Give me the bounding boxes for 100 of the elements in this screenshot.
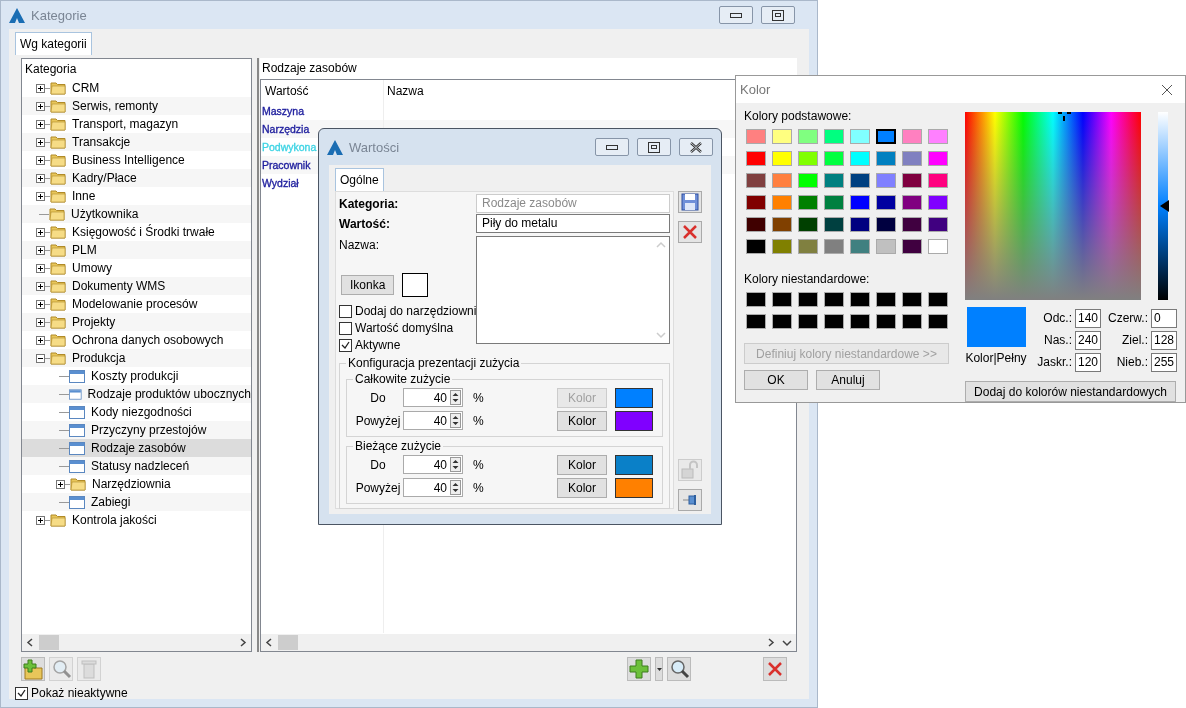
tree-row[interactable]: Kontrola jakości xyxy=(22,511,251,529)
expand-icon[interactable] xyxy=(36,281,45,291)
color-swatch[interactable] xyxy=(798,314,818,329)
color-swatch[interactable] xyxy=(746,173,766,188)
horizontal-scrollbar[interactable] xyxy=(261,634,796,651)
luminance-bar[interactable] xyxy=(1158,112,1168,300)
expand-icon[interactable] xyxy=(56,479,65,489)
color-swatch[interactable] xyxy=(902,217,922,232)
color-swatch[interactable] xyxy=(824,195,844,210)
tree-row[interactable]: Zabiegi xyxy=(22,493,251,511)
color-swatch[interactable] xyxy=(798,239,818,254)
color-swatch[interactable] xyxy=(824,292,844,307)
color-swatch[interactable] xyxy=(902,292,922,307)
number-field[interactable]: 240 xyxy=(1075,330,1101,350)
delete-button[interactable] xyxy=(678,221,702,243)
color-swatch[interactable] xyxy=(876,239,896,254)
tree-row[interactable]: Transakcje xyxy=(22,133,251,151)
number-field[interactable]: 120 xyxy=(1075,352,1101,372)
number-field[interactable]: 40 xyxy=(403,411,463,430)
spinner-icon[interactable] xyxy=(450,413,461,428)
tree-row[interactable]: Inne xyxy=(22,187,251,205)
tree-row[interactable]: Księgowość i Środki trwałe xyxy=(22,223,251,241)
expand-icon[interactable] xyxy=(36,191,45,201)
color-swatch[interactable] xyxy=(772,314,792,329)
number-field[interactable]: 128 xyxy=(1151,330,1177,350)
color-swatch[interactable] xyxy=(850,195,870,210)
color-swatch[interactable] xyxy=(850,314,870,329)
color-swatch[interactable] xyxy=(928,195,948,210)
color-swatch[interactable] xyxy=(824,217,844,232)
tree-row[interactable]: Ochrona danych osobowych xyxy=(22,331,251,349)
color-swatch[interactable] xyxy=(876,292,896,307)
color-swatch[interactable] xyxy=(746,217,766,232)
tree-row[interactable]: Produkcja xyxy=(22,349,251,367)
table-cell[interactable]: Wydział xyxy=(262,177,299,189)
expand-icon[interactable] xyxy=(36,335,45,345)
minimize-button[interactable] xyxy=(595,138,629,156)
color-swatch[interactable] xyxy=(876,129,896,144)
color-swatch[interactable] xyxy=(928,217,948,232)
horizontal-scrollbar[interactable] xyxy=(22,634,251,651)
color-swatch[interactable] xyxy=(902,195,922,210)
color-swatch[interactable] xyxy=(798,173,818,188)
color-swatch[interactable] xyxy=(928,292,948,307)
tree-row[interactable]: PLM xyxy=(22,241,251,259)
color-swatch[interactable] xyxy=(928,173,948,188)
spinner-icon[interactable] xyxy=(450,480,461,495)
color-swatch[interactable] xyxy=(850,173,870,188)
color-swatch[interactable] xyxy=(824,129,844,144)
color-swatch[interactable] xyxy=(928,239,948,254)
tree-row[interactable]: Kody niezgodności xyxy=(22,403,251,421)
add-custom-color-button[interactable]: Dodaj do kolorów niestandardowych xyxy=(965,381,1176,402)
expand-icon[interactable] xyxy=(36,119,45,129)
table-cell[interactable]: Pracownik xyxy=(262,159,311,171)
tree-row[interactable]: Przyczyny przestojów xyxy=(22,421,251,439)
color-swatch[interactable] xyxy=(902,129,922,144)
color-swatch[interactable] xyxy=(850,151,870,166)
tree-row[interactable]: Użytkownika xyxy=(22,205,251,223)
color-swatch[interactable] xyxy=(876,173,896,188)
color-button[interactable]: Kolor xyxy=(557,454,607,475)
checkbox[interactable] xyxy=(339,304,352,318)
color-swatch[interactable] xyxy=(902,239,922,254)
search-button[interactable] xyxy=(667,657,691,681)
cancel-button[interactable]: Anuluj xyxy=(816,370,880,390)
icon-button[interactable]: Ikonka xyxy=(341,275,395,295)
tree-row[interactable]: Rodzaje produktów ubocznych xyxy=(22,385,251,403)
color-swatch[interactable] xyxy=(798,292,818,307)
add-folder-button[interactable] xyxy=(21,657,45,681)
expand-icon[interactable] xyxy=(36,101,45,111)
color-swatch[interactable] xyxy=(824,239,844,254)
color-swatch[interactable] xyxy=(876,314,896,329)
name-field[interactable] xyxy=(476,236,670,344)
color-swatch[interactable] xyxy=(746,292,766,307)
checkbox[interactable] xyxy=(15,686,28,700)
expand-icon[interactable] xyxy=(36,173,45,183)
tab[interactable]: Wg kategorii xyxy=(15,32,92,55)
color-swatch[interactable] xyxy=(798,195,818,210)
color-swatch[interactable] xyxy=(798,151,818,166)
scrollbar-thumb[interactable] xyxy=(39,635,59,650)
spinner-icon[interactable] xyxy=(450,390,461,405)
tree-row[interactable]: Rodzaje zasobów xyxy=(22,439,251,457)
expand-icon[interactable] xyxy=(36,317,45,327)
color-swatch[interactable] xyxy=(928,151,948,166)
expand-icon[interactable] xyxy=(36,245,45,255)
tree-row[interactable]: Koszty produkcji xyxy=(22,367,251,385)
color-swatch[interactable] xyxy=(824,151,844,166)
expand-icon[interactable] xyxy=(36,299,45,309)
expand-icon[interactable] xyxy=(36,515,45,525)
tree-row[interactable]: Kadry/Płace xyxy=(22,169,251,187)
maximize-button[interactable] xyxy=(637,138,671,156)
tree-row[interactable]: Narzędziownia xyxy=(22,475,251,493)
color-swatch[interactable] xyxy=(876,195,896,210)
minimize-button[interactable] xyxy=(719,6,753,24)
color-swatch[interactable] xyxy=(850,129,870,144)
color-swatch[interactable] xyxy=(746,239,766,254)
number-field[interactable]: 140 xyxy=(1075,308,1101,328)
tree-row[interactable]: CRM xyxy=(22,79,251,97)
expand-icon[interactable] xyxy=(36,155,45,165)
maximize-button[interactable] xyxy=(761,6,795,24)
expand-icon[interactable] xyxy=(36,137,45,147)
color-swatch[interactable] xyxy=(772,239,792,254)
color-swatch[interactable] xyxy=(928,314,948,329)
